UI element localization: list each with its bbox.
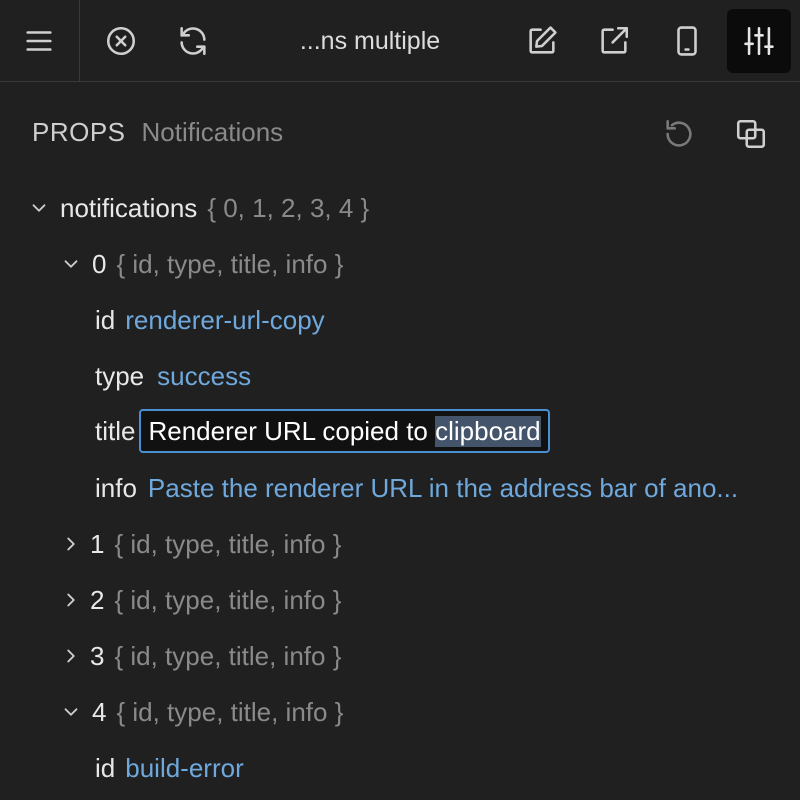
props-panel-button[interactable] (727, 9, 791, 73)
prop-key: id (95, 304, 116, 335)
prop-key: type (95, 360, 145, 391)
prop-key[interactable]: 4 (92, 697, 106, 728)
selected-text: clipboard (435, 415, 541, 447)
prop-row-id: id renderer-url-copy (95, 300, 325, 340)
prop-summary: { id, type, title, info } (116, 696, 344, 727)
edit-icon (529, 26, 557, 54)
external-link-icon (601, 26, 629, 54)
prop-summary: { id, type, title, info } (114, 584, 342, 615)
sliders-icon (744, 26, 774, 56)
prop-row-info: info Paste the renderer URL in the addre… (95, 468, 764, 508)
chevron-right-icon[interactable] (58, 643, 84, 669)
toolbar-divider (79, 0, 80, 81)
prop-key[interactable]: 1 (90, 529, 104, 560)
close-circle-icon (106, 26, 136, 56)
prop-row-title: title Renderer URL copied to clipboard (95, 406, 550, 456)
tree-row-item-3: 3 { id, type, title, info } (58, 636, 341, 676)
prop-value[interactable]: success (157, 361, 251, 392)
tree-row-item-1: 1 { id, type, title, info } (58, 524, 341, 564)
copy-icon (736, 119, 766, 149)
tree-row-item-0: 0 { id, type, title, info } (58, 244, 343, 284)
chevron-right-icon[interactable] (58, 531, 84, 557)
chevron-right-icon[interactable] (58, 587, 84, 613)
prop-row-type: type success (95, 356, 251, 396)
tree-row-root: notifications { 0, 1, 2, 3, 4 } (26, 188, 369, 228)
tree-row-item-4: 4 { id, type, title, info } (58, 692, 343, 732)
toolbar: ...ns multiple (0, 0, 800, 82)
prop-summary: { 0, 1, 2, 3, 4 } (207, 192, 370, 223)
prop-key: title (95, 415, 136, 446)
prop-key[interactable]: 2 (90, 585, 104, 616)
clear-button[interactable] (89, 9, 153, 73)
input-text: Renderer URL copied to (148, 415, 436, 446)
edit-button[interactable] (510, 9, 574, 73)
device-button[interactable] (655, 9, 719, 73)
tree-row-item-2: 2 { id, type, title, info } (58, 580, 341, 620)
prop-summary: { id, type, title, info } (116, 248, 344, 279)
story-title: ...ns multiple (299, 26, 441, 55)
prop-summary: { id, type, title, info } (114, 640, 342, 671)
refresh-icon (180, 26, 206, 56)
menu-button[interactable] (7, 9, 71, 73)
open-external-button[interactable] (582, 9, 646, 73)
prop-value[interactable]: Paste the renderer URL in the address ba… (148, 473, 764, 504)
prop-key: info (95, 472, 137, 503)
chevron-down-icon[interactable] (26, 195, 52, 221)
refresh-button[interactable] (161, 9, 225, 73)
prop-key: id (95, 752, 116, 783)
prop-key[interactable]: 3 (90, 641, 104, 672)
reset-props-button[interactable] (657, 112, 701, 156)
menu-icon (26, 31, 52, 51)
props-label: PROPS (32, 116, 126, 147)
prop-key[interactable]: 0 (92, 249, 106, 280)
prop-value[interactable]: build-error (125, 753, 244, 784)
prop-key[interactable]: notifications (60, 193, 197, 224)
prop-row-id: id build-error (95, 748, 244, 788)
mobile-icon (677, 26, 697, 56)
chevron-down-icon[interactable] (58, 251, 84, 277)
prop-value[interactable]: renderer-url-copy (125, 305, 324, 336)
copy-props-button[interactable] (729, 112, 773, 156)
chevron-down-icon[interactable] (58, 699, 84, 725)
title-edit-input[interactable]: Renderer URL copied to clipboard (139, 409, 550, 453)
reset-icon (666, 119, 692, 147)
prop-summary: { id, type, title, info } (114, 528, 342, 559)
component-name: Notifications (141, 116, 284, 147)
